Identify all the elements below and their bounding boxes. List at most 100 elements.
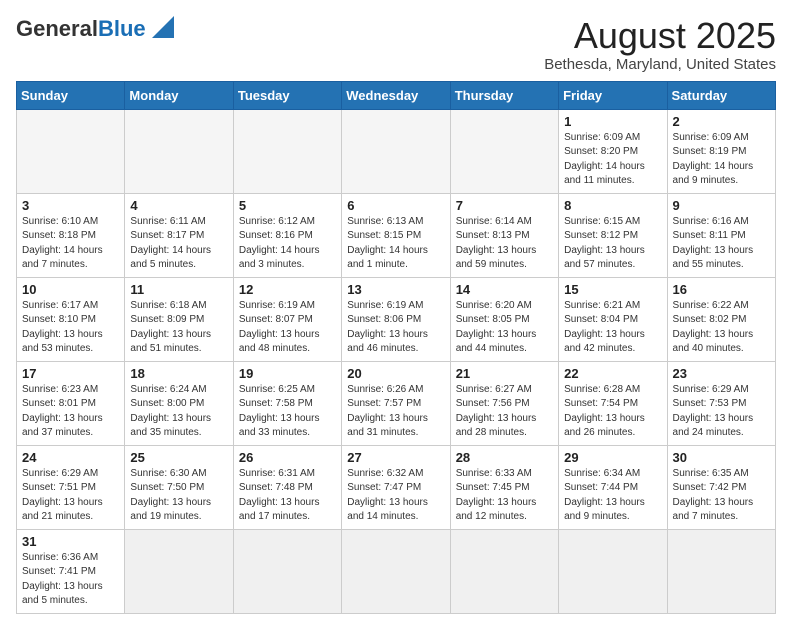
calendar-cell: 10 Sunrise: 6:17 AM Sunset: 8:10 PM Dayli… (17, 277, 125, 361)
day-info: Sunrise: 6:36 AM Sunset: 7:41 PM Dayligh… (22, 551, 119, 609)
day-number: 17 (22, 366, 119, 381)
week-row-3: 17 Sunrise: 6:23 AM Sunset: 8:01 PM Dayli… (17, 361, 776, 445)
day-number: 31 (22, 534, 119, 549)
day-info: Sunrise: 6:17 AM Sunset: 8:10 PM Dayligh… (22, 299, 119, 357)
weekday-header-tuesday: Tuesday (233, 81, 341, 109)
day-info: Sunrise: 6:13 AM Sunset: 8:15 PM Dayligh… (347, 215, 444, 273)
day-number: 12 (239, 282, 336, 297)
calendar-cell: 30 Sunrise: 6:35 AM Sunset: 7:42 PM Dayli… (667, 445, 775, 529)
calendar-cell: 8Sunrise: 6:15 AM Sunset: 8:12 PM Daylig… (559, 193, 667, 277)
day-info: Sunrise: 6:20 AM Sunset: 8:05 PM Dayligh… (456, 299, 553, 357)
day-info: Sunrise: 6:31 AM Sunset: 7:48 PM Dayligh… (239, 467, 336, 525)
calendar-cell: 9 Sunrise: 6:16 AM Sunset: 8:11 PM Daylig… (667, 193, 775, 277)
day-number: 6 (347, 198, 444, 213)
day-info: Sunrise: 6:32 AM Sunset: 7:47 PM Dayligh… (347, 467, 444, 525)
calendar-cell: 4 Sunrise: 6:11 AM Sunset: 8:17 PM Daylig… (125, 193, 233, 277)
day-info: Sunrise: 6:23 AM Sunset: 8:01 PM Dayligh… (22, 383, 119, 441)
calendar-cell: 23 Sunrise: 6:29 AM Sunset: 7:53 PM Dayli… (667, 361, 775, 445)
day-info: Sunrise: 6:19 AM Sunset: 8:06 PM Dayligh… (347, 299, 444, 357)
day-number: 30 (673, 450, 770, 465)
day-number: 8 (564, 198, 661, 213)
day-number: 24 (22, 450, 119, 465)
page-header: GeneralBlue August 2025 Bethesda, Maryla… (16, 16, 776, 73)
calendar-cell (667, 529, 775, 613)
day-info: Sunrise: 6:19 AM Sunset: 8:07 PM Dayligh… (239, 299, 336, 357)
day-info: Sunrise: 6:10 AM Sunset: 8:18 PM Dayligh… (22, 215, 119, 273)
day-number: 7 (456, 198, 553, 213)
day-info: Sunrise: 6:22 AM Sunset: 8:02 PM Dayligh… (673, 299, 770, 357)
calendar-cell (450, 529, 558, 613)
calendar-cell (233, 109, 341, 193)
calendar-cell: 11Sunrise: 6:18 AM Sunset: 8:09 PM Dayli… (125, 277, 233, 361)
day-info: Sunrise: 6:34 AM Sunset: 7:44 PM Dayligh… (564, 467, 661, 525)
day-info: Sunrise: 6:11 AM Sunset: 8:17 PM Dayligh… (130, 215, 227, 273)
day-number: 9 (673, 198, 770, 213)
day-info: Sunrise: 6:33 AM Sunset: 7:45 PM Dayligh… (456, 467, 553, 525)
day-number: 26 (239, 450, 336, 465)
calendar-cell: 20Sunrise: 6:26 AM Sunset: 7:57 PM Dayli… (342, 361, 450, 445)
calendar-cell (342, 109, 450, 193)
calendar-cell: 19 Sunrise: 6:25 AM Sunset: 7:58 PM Dayli… (233, 361, 341, 445)
day-number: 29 (564, 450, 661, 465)
day-number: 23 (673, 366, 770, 381)
calendar-cell: 13Sunrise: 6:19 AM Sunset: 8:06 PM Dayli… (342, 277, 450, 361)
calendar-cell: 2Sunrise: 6:09 AM Sunset: 8:19 PM Daylig… (667, 109, 775, 193)
logo: GeneralBlue (16, 16, 174, 40)
day-number: 21 (456, 366, 553, 381)
calendar-cell: 7Sunrise: 6:14 AM Sunset: 8:13 PM Daylig… (450, 193, 558, 277)
weekday-header-row: SundayMondayTuesdayWednesdayThursdayFrid… (17, 81, 776, 109)
day-number: 1 (564, 114, 661, 129)
day-number: 4 (130, 198, 227, 213)
calendar-cell: 22 Sunrise: 6:28 AM Sunset: 7:54 PM Dayli… (559, 361, 667, 445)
month-year: August 2025 (544, 16, 776, 56)
day-info: Sunrise: 6:24 AM Sunset: 8:00 PM Dayligh… (130, 383, 227, 441)
calendar-cell: 21Sunrise: 6:27 AM Sunset: 7:56 PM Dayli… (450, 361, 558, 445)
day-info: Sunrise: 6:29 AM Sunset: 7:53 PM Dayligh… (673, 383, 770, 441)
calendar-cell: 15Sunrise: 6:21 AM Sunset: 8:04 PM Dayli… (559, 277, 667, 361)
calendar-cell (342, 529, 450, 613)
day-number: 3 (22, 198, 119, 213)
day-info: Sunrise: 6:12 AM Sunset: 8:16 PM Dayligh… (239, 215, 336, 273)
calendar-cell: 31 Sunrise: 6:36 AM Sunset: 7:41 PM Dayli… (17, 529, 125, 613)
day-number: 18 (130, 366, 227, 381)
day-number: 22 (564, 366, 661, 381)
weekday-header-sunday: Sunday (17, 81, 125, 109)
day-info: Sunrise: 6:35 AM Sunset: 7:42 PM Dayligh… (673, 467, 770, 525)
calendar-cell: 6 Sunrise: 6:13 AM Sunset: 8:15 PM Daylig… (342, 193, 450, 277)
day-info: Sunrise: 6:29 AM Sunset: 7:51 PM Dayligh… (22, 467, 119, 525)
weekday-header-thursday: Thursday (450, 81, 558, 109)
day-info: Sunrise: 6:09 AM Sunset: 8:20 PM Dayligh… (564, 131, 661, 189)
day-info: Sunrise: 6:28 AM Sunset: 7:54 PM Dayligh… (564, 383, 661, 441)
day-info: Sunrise: 6:25 AM Sunset: 7:58 PM Dayligh… (239, 383, 336, 441)
calendar-cell: 25Sunrise: 6:30 AM Sunset: 7:50 PM Dayli… (125, 445, 233, 529)
calendar-cell: 14Sunrise: 6:20 AM Sunset: 8:05 PM Dayli… (450, 277, 558, 361)
weekday-header-wednesday: Wednesday (342, 81, 450, 109)
calendar-cell: 27 Sunrise: 6:32 AM Sunset: 7:47 PM Dayli… (342, 445, 450, 529)
day-number: 19 (239, 366, 336, 381)
calendar-cell (450, 109, 558, 193)
location: Bethesda, Maryland, United States (544, 56, 776, 73)
logo-blue: Blue (98, 16, 146, 41)
day-info: Sunrise: 6:09 AM Sunset: 8:19 PM Dayligh… (673, 131, 770, 189)
logo-text: GeneralBlue (16, 18, 146, 40)
calendar-cell: 12 Sunrise: 6:19 AM Sunset: 8:07 PM Dayli… (233, 277, 341, 361)
day-number: 10 (22, 282, 119, 297)
week-row-4: 24 Sunrise: 6:29 AM Sunset: 7:51 PM Dayli… (17, 445, 776, 529)
day-info: Sunrise: 6:16 AM Sunset: 8:11 PM Dayligh… (673, 215, 770, 273)
logo-icon (152, 16, 174, 38)
day-number: 27 (347, 450, 444, 465)
calendar-cell (125, 529, 233, 613)
weekday-header-saturday: Saturday (667, 81, 775, 109)
week-row-2: 10 Sunrise: 6:17 AM Sunset: 8:10 PM Dayli… (17, 277, 776, 361)
day-info: Sunrise: 6:21 AM Sunset: 8:04 PM Dayligh… (564, 299, 661, 357)
week-row-5: 31 Sunrise: 6:36 AM Sunset: 7:41 PM Dayli… (17, 529, 776, 613)
calendar-cell: 3 Sunrise: 6:10 AM Sunset: 8:18 PM Daylig… (17, 193, 125, 277)
calendar-cell: 26 Sunrise: 6:31 AM Sunset: 7:48 PM Dayli… (233, 445, 341, 529)
title-section: August 2025 Bethesda, Maryland, United S… (544, 16, 776, 73)
calendar-cell: 28Sunrise: 6:33 AM Sunset: 7:45 PM Dayli… (450, 445, 558, 529)
calendar-cell: 29 Sunrise: 6:34 AM Sunset: 7:44 PM Dayli… (559, 445, 667, 529)
weekday-header-friday: Friday (559, 81, 667, 109)
day-number: 5 (239, 198, 336, 213)
calendar-cell: 1 Sunrise: 6:09 AM Sunset: 8:20 PM Daylig… (559, 109, 667, 193)
calendar-cell (233, 529, 341, 613)
